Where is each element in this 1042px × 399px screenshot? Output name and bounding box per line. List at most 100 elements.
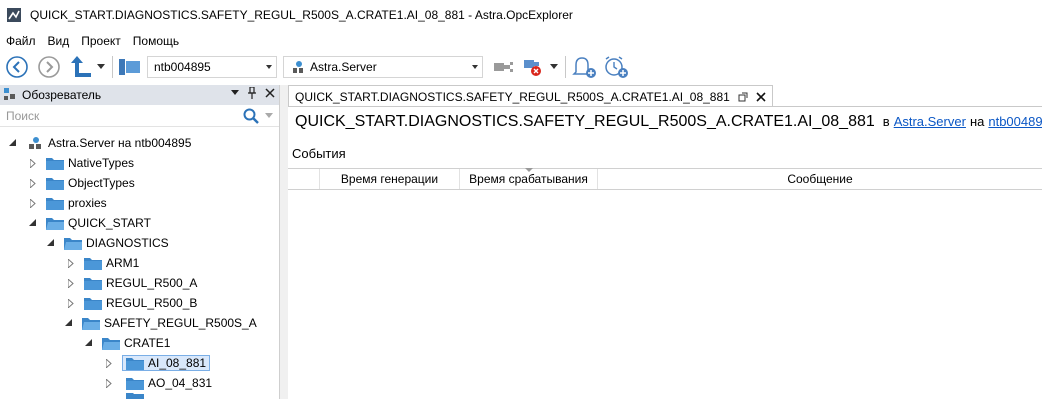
float-tab-icon[interactable]	[738, 92, 748, 102]
tree-node-quick-start[interactable]: QUICK_START	[28, 213, 151, 233]
tree-node-regul-r500-b[interactable]: REGUL_R500_B	[66, 293, 197, 313]
title-bar: QUICK_START.DIAGNOSTICS.SAFETY_REGUL_R50…	[0, 0, 1042, 30]
tree-node-ai-08-881[interactable]: AI_08_881	[104, 353, 211, 373]
sort-indicator-icon	[525, 168, 533, 172]
tree-node-nativetypes[interactable]: NativeTypes	[28, 153, 134, 173]
chevron-down-icon[interactable]	[265, 113, 273, 119]
tree-node-safety-regul[interactable]: SAFETY_REGUL_R500S_A	[64, 313, 257, 333]
close-icon[interactable]	[265, 88, 275, 98]
server-combobox[interactable]: Astra.Server	[283, 56, 483, 78]
menu-project[interactable]: Проект	[75, 34, 127, 48]
chevron-down-icon	[472, 65, 478, 69]
collapsed-icon[interactable]	[28, 158, 38, 168]
pane-controls	[231, 87, 275, 99]
tree-node-label: DIAGNOSTICS	[86, 236, 169, 250]
tree-node-proxies[interactable]: proxies	[28, 193, 107, 213]
menu-view[interactable]: Вид	[42, 34, 76, 48]
document-tab[interactable]: QUICK_START.DIAGNOSTICS.SAFETY_REGUL_R50…	[288, 85, 773, 107]
host-combobox[interactable]: ntb004895	[147, 56, 277, 78]
up-dropdown-arrow[interactable]	[94, 54, 108, 80]
folder-icon	[46, 198, 64, 210]
host-link[interactable]: ntb004895	[988, 114, 1042, 129]
expanded-icon[interactable]	[8, 138, 18, 148]
tree-node-server[interactable]: Astra.Server на ntb004895	[8, 133, 191, 153]
search-input[interactable]	[0, 105, 230, 126]
alarm-clock-add-icon	[605, 56, 628, 78]
opc-server-icon	[29, 137, 41, 149]
expanded-icon[interactable]	[64, 318, 74, 328]
tree-node-label: REGUL_R500_B	[106, 296, 198, 310]
folder-icon	[126, 378, 144, 390]
explorer-title: Обозреватель	[22, 88, 102, 102]
explorer-scrollbar[interactable]	[280, 85, 288, 399]
selected-node[interactable]: AI_08_881	[122, 355, 211, 371]
collapsed-icon[interactable]	[104, 378, 114, 388]
plug-connect-icon	[494, 62, 513, 72]
folder-icon	[84, 298, 102, 310]
column-message[interactable]: Сообщение	[598, 169, 1042, 189]
add-alarm-subscription-button[interactable]	[572, 54, 598, 80]
menu-help[interactable]: Помощь	[127, 34, 185, 48]
expanded-icon[interactable]	[84, 338, 94, 348]
item-path-title: QUICK_START.DIAGNOSTICS.SAFETY_REGUL_R50…	[295, 113, 875, 130]
pin-icon[interactable]	[247, 87, 257, 99]
window-title: QUICK_START.DIAGNOSTICS.SAFETY_REGUL_R50…	[30, 8, 573, 22]
tree-node-diagnostics[interactable]: DIAGNOSTICS	[46, 233, 169, 253]
collapsed-icon[interactable]	[28, 178, 38, 188]
collapsed-icon[interactable]	[104, 358, 114, 368]
tree-node-arm1[interactable]: ARM1	[66, 253, 139, 273]
tree-node-label: proxies	[68, 196, 107, 210]
back-button[interactable]	[4, 54, 30, 80]
column-indicator	[288, 169, 320, 189]
pane-menu-icon[interactable]	[231, 90, 239, 96]
explorer-header: Обозреватель	[0, 85, 279, 105]
collapsed-icon[interactable]	[28, 198, 38, 208]
folder-icon	[46, 158, 64, 170]
disconnect-button[interactable]	[521, 54, 547, 80]
menu-bar: Файл Вид Проект Помощь	[0, 32, 185, 50]
opc-server-icon	[293, 61, 303, 73]
server-link[interactable]: Astra.Server	[894, 114, 966, 129]
app-icon	[6, 7, 22, 23]
toolbar-separator	[112, 56, 113, 78]
tree-node-ao-04-831[interactable]: AO_04_831	[104, 373, 212, 393]
up-button[interactable]	[68, 54, 94, 80]
toolbar: ntb004895 Astra.Server	[0, 52, 1042, 82]
folder-icon	[126, 393, 144, 399]
expanded-icon[interactable]	[46, 238, 56, 248]
tree-node-objecttypes[interactable]: ObjectTypes	[28, 173, 135, 193]
folder-icon	[84, 258, 102, 270]
collapsed-icon[interactable]	[66, 258, 76, 268]
tree-node-regul-r500-a[interactable]: REGUL_R500_A	[66, 273, 197, 293]
expanded-icon[interactable]	[28, 218, 38, 228]
close-icon[interactable]	[756, 91, 766, 102]
folder-open-icon	[64, 238, 82, 250]
folder-icon	[46, 178, 64, 190]
back-arrow-icon	[6, 56, 28, 78]
column-generation-time[interactable]: Время генерации	[320, 169, 460, 189]
connect-host-button[interactable]	[117, 54, 143, 80]
menu-file[interactable]: Файл	[0, 34, 42, 48]
host-value: ntb004895	[154, 60, 211, 74]
column-trigger-time[interactable]: Время срабатывания	[460, 168, 598, 189]
tab-label: QUICK_START.DIAGNOSTICS.SAFETY_REGUL_R50…	[295, 89, 730, 104]
events-grid-header: Время генерации Время срабатывания Сообщ…	[288, 168, 1042, 190]
tab-strip-divider	[288, 106, 1042, 107]
folder-open-icon	[82, 318, 100, 330]
tree-node-label: Astra.Server на ntb004895	[48, 136, 192, 150]
folder-icon	[126, 358, 144, 370]
connect-button[interactable]	[491, 54, 517, 80]
folder-open-icon	[46, 218, 64, 230]
tree-node-label: CRATE1	[124, 336, 171, 350]
tree-node-crate1[interactable]: CRATE1	[84, 333, 170, 353]
item-heading: QUICK_START.DIAGNOSTICS.SAFETY_REGUL_R50…	[295, 113, 1042, 131]
collapsed-icon[interactable]	[66, 298, 76, 308]
search-icon[interactable]	[243, 108, 259, 124]
collapsed-icon[interactable]	[66, 278, 76, 288]
forward-button[interactable]	[36, 54, 62, 80]
disconnect-dropdown-arrow[interactable]	[547, 54, 561, 80]
up-level-icon	[71, 56, 91, 77]
add-timer-subscription-button[interactable]	[604, 54, 630, 80]
tree-node-label: AI_08_881	[148, 356, 207, 370]
tree-node-label: SAFETY_REGUL_R500S_A	[104, 316, 257, 330]
